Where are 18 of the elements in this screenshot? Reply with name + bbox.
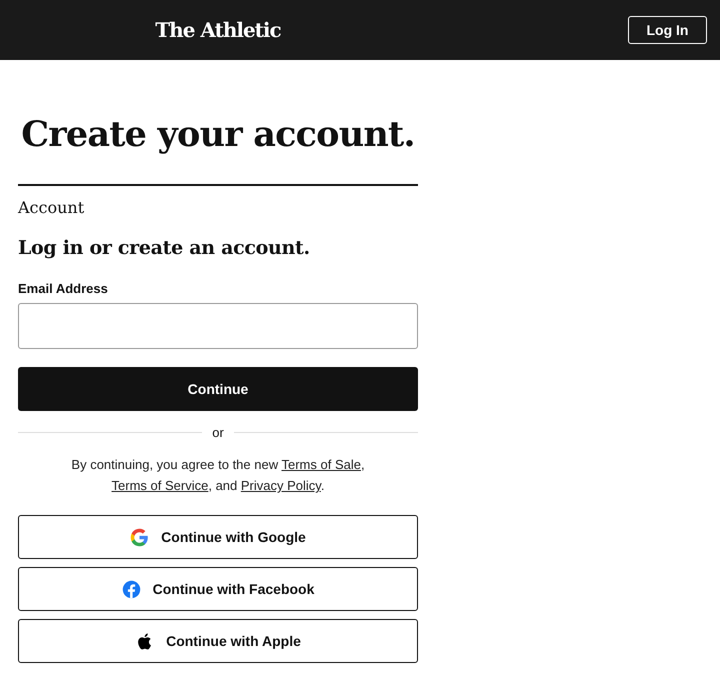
social-login-button[interactable]: Continue with Google — [18, 515, 418, 559]
social-login-button[interactable]: Continue with Apple — [18, 619, 418, 663]
form-heading: Log in or create an account. — [18, 237, 311, 259]
field-label: Email Address — [18, 281, 109, 296]
legal-link[interactable]: Terms of Service — [112, 478, 208, 493]
social-login-button[interactable]: Continue with Facebook — [18, 567, 418, 611]
facebook-icon — [122, 580, 141, 598]
email-input-field[interactable] — [18, 303, 418, 349]
continue-button[interactable]: Continue — [18, 367, 418, 411]
login-button[interactable]: Log In — [628, 16, 707, 44]
legal-link[interactable]: Privacy Policy — [240, 478, 321, 493]
legal-text: By continuing, you agree to the new Terms of Sale, Terms of Service, and Privacy Policy. — [70, 456, 366, 495]
page-title: Create your account. — [20, 113, 416, 157]
section-label: Account — [18, 198, 86, 217]
logo[interactable]: The Athletic — [155, 18, 281, 42]
google-icon — [130, 528, 150, 546]
legal-link[interactable]: Terms of Sale — [281, 457, 361, 472]
divider-text: or — [212, 425, 224, 440]
